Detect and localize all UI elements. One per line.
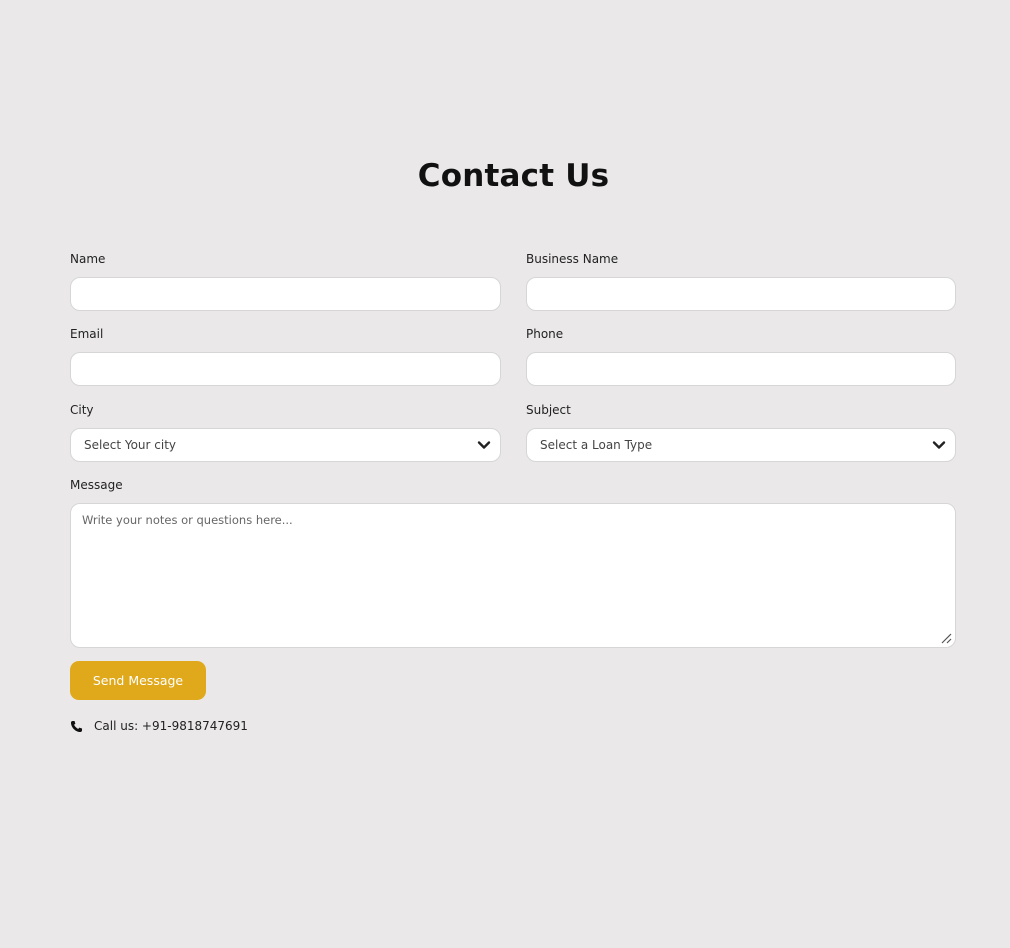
- business-name-label: Business Name: [526, 252, 619, 266]
- call-us-line: Call us: +91-9818747691: [70, 719, 248, 733]
- phone-field[interactable]: [526, 352, 956, 386]
- message-textarea[interactable]: Write your notes or questions here...: [70, 503, 956, 648]
- email-field[interactable]: [70, 352, 501, 386]
- message-label: Message: [70, 478, 123, 492]
- city-select-value: Select Your city: [84, 438, 177, 452]
- page-title: Contact Us: [417, 158, 610, 194]
- chevron-down-icon: [477, 441, 491, 449]
- subject-select[interactable]: Select a Loan Type: [526, 428, 956, 462]
- subject-label: Subject: [526, 403, 571, 417]
- name-label: Name: [70, 252, 106, 266]
- resize-handle-icon[interactable]: [940, 632, 952, 644]
- phone-label: Phone: [526, 327, 564, 341]
- message-placeholder: Write your notes or questions here...: [82, 513, 293, 527]
- business-name-field[interactable]: [526, 277, 956, 311]
- name-field[interactable]: [70, 277, 501, 311]
- phone-icon: [70, 720, 83, 732]
- send-message-button[interactable]: Send Message: [70, 661, 206, 700]
- chevron-down-icon: [932, 441, 946, 449]
- subject-select-value: Select a Loan Type: [540, 438, 653, 452]
- city-label: City: [70, 403, 94, 417]
- call-us-text[interactable]: Call us: +91-9818747691: [94, 719, 248, 733]
- email-label: Email: [70, 327, 104, 341]
- city-select[interactable]: Select Your city: [70, 428, 501, 462]
